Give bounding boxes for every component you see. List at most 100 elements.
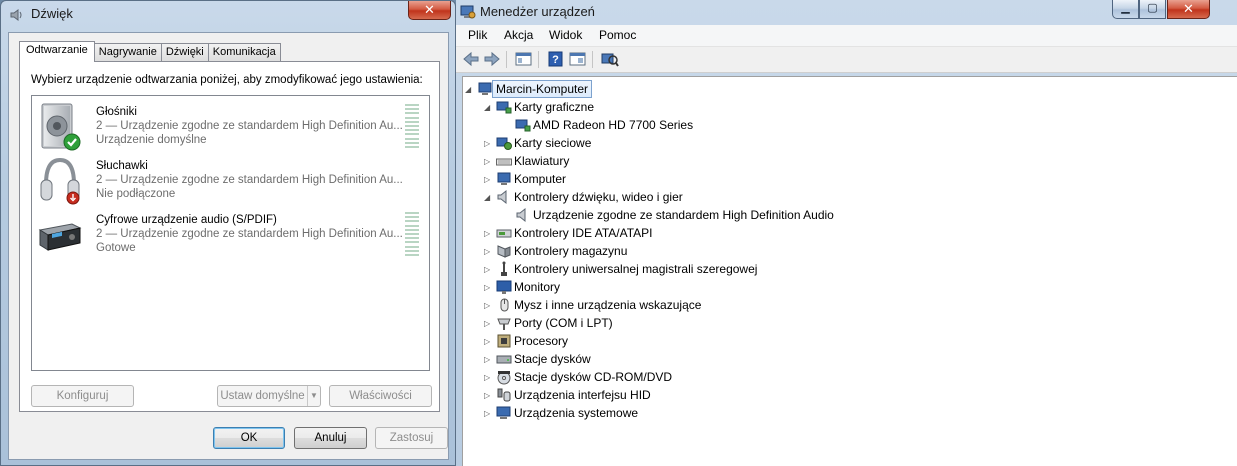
properties-view-icon[interactable] <box>569 51 587 67</box>
sound-titlebar[interactable]: Dźwięk ✕ <box>1 1 455 27</box>
playback-instruction: Wybierz urządzenie odtwarzania poniżej, … <box>31 74 423 86</box>
tab-communications[interactable]: Komunikacja <box>207 43 281 62</box>
cancel-button[interactable]: Anuluj <box>294 427 367 449</box>
tree-category[interactable]: ▷ Kontrolery IDE ATA/ATAPI <box>463 224 1233 242</box>
tree-item-label: Komputer <box>514 172 567 186</box>
back-arrow-icon[interactable] <box>462 51 480 67</box>
tree-category[interactable]: ▷ Procesory <box>463 332 1233 350</box>
forward-arrow-icon[interactable] <box>483 51 501 67</box>
devmgr-titlebar[interactable]: Menedżer urządzeń ▁ ▢ ✕ <box>456 0 1237 24</box>
sound-window-title: Dźwięk <box>31 6 73 21</box>
tree-item-label: Karty graficzne <box>514 100 595 114</box>
expand-icon[interactable]: ▷ <box>484 409 493 418</box>
keyboard-icon <box>496 158 512 166</box>
tree-root-computer[interactable]: ◢ Marcin-Komputer <box>463 80 1233 98</box>
device-manager-window: Menedżer urządzeń ▁ ▢ ✕ Plik Akcja Widok… <box>456 0 1237 466</box>
expand-icon[interactable]: ▷ <box>484 337 493 346</box>
sound-controller-icon <box>497 189 507 205</box>
tree-category[interactable]: ▷ Mysz i inne urządzenia wskazujące <box>463 296 1233 314</box>
tree-item-label: Urządzenia systemowe <box>514 406 639 420</box>
tree-item-label: Monitory <box>514 280 561 294</box>
expand-icon[interactable]: ▷ <box>484 265 493 274</box>
expand-icon[interactable]: ▷ <box>484 157 493 166</box>
tree-item-label: Urządzenia interfejsu HID <box>514 388 651 402</box>
show-hide-tree-icon[interactable] <box>515 51 533 67</box>
expand-icon[interactable]: ▷ <box>484 139 493 148</box>
set-default-label: Ustaw domyślne <box>220 390 305 402</box>
expand-icon[interactable]: ▷ <box>484 355 493 364</box>
tree-category[interactable]: ▷ Monitory <box>463 278 1233 296</box>
sound-controller-icon <box>516 207 526 223</box>
minimize-icon: ▁ <box>1121 2 1130 14</box>
expand-icon[interactable]: ▷ <box>484 391 493 400</box>
menu-file[interactable]: Plik <box>468 28 487 42</box>
menu-help[interactable]: Pomoc <box>599 28 636 42</box>
expand-icon[interactable]: ▷ <box>484 301 493 310</box>
tree-root-label: Marcin-Komputer <box>492 80 593 98</box>
menu-action[interactable]: Akcja <box>504 28 533 42</box>
toolbar-separator <box>592 51 593 68</box>
tree-category[interactable]: ▷ Klawiatury <box>463 152 1233 170</box>
tree-device[interactable]: AMD Radeon HD 7700 Series <box>463 116 1233 134</box>
port-icon <box>497 318 511 330</box>
processor-icon <box>497 334 511 348</box>
tab-recording[interactable]: Nagrywanie <box>93 43 162 62</box>
configure-button[interactable]: Konfiguruj <box>31 385 134 407</box>
properties-button[interactable]: Właściwości <box>329 385 432 407</box>
expand-icon[interactable]: ▷ <box>484 319 493 328</box>
sound-dialog-window: Dźwięk ✕ Odtwarzanie Nagrywanie Dźwięki … <box>0 0 456 466</box>
device-tree[interactable]: ◢ Marcin-Komputer ◢ Karty graficzne AMD Rade… <box>462 76 1237 466</box>
device-status: Gotowe <box>96 242 136 254</box>
list-item-speakers[interactable]: Głośniki 2 — Urządzenie zgodne ze standa… <box>32 98 429 154</box>
device-description: 2 — Urządzenie zgodne ze standardem High… <box>96 120 403 132</box>
list-item-spdif[interactable]: Cyfrowe urządzenie audio (S/PDIF) 2 — Ur… <box>32 206 429 262</box>
chevron-down-icon[interactable]: ▼ <box>307 386 320 406</box>
expand-icon[interactable]: ▷ <box>484 373 493 382</box>
tree-category[interactable]: ▷ Porty (COM i LPT) <box>463 314 1233 332</box>
expand-icon[interactable]: ▷ <box>484 175 493 184</box>
tree-category[interactable]: ▷ Urządzenia systemowe <box>463 404 1233 422</box>
tree-category[interactable]: ▷ Stacje dysków CD-ROM/DVD <box>463 368 1233 386</box>
tree-category[interactable]: ◢ Karty graficzne <box>463 98 1233 116</box>
list-item-headphones[interactable]: Słuchawki 2 — Urządzenie zgodne ze stand… <box>32 152 429 208</box>
maximize-icon: ▢ <box>1147 2 1158 14</box>
tab-playback[interactable]: Odtwarzanie <box>19 41 95 62</box>
disk-drive-icon <box>496 355 512 364</box>
usb-controller-icon <box>501 261 507 276</box>
device-status: Urządzenie domyślne <box>96 134 207 146</box>
tree-category[interactable]: ▷ Stacje dysków <box>463 350 1233 368</box>
scan-hardware-icon[interactable] <box>601 51 619 67</box>
tree-category[interactable]: ▷ Karty sieciowe <box>463 134 1233 152</box>
tree-category[interactable]: ▷ Komputer <box>463 170 1233 188</box>
collapse-icon[interactable]: ◢ <box>484 193 493 202</box>
sound-close-button[interactable]: ✕ <box>408 1 451 20</box>
sound-client-area: Odtwarzanie Nagrywanie Dźwięki Komunikac… <box>8 32 449 460</box>
collapse-icon[interactable]: ◢ <box>484 103 493 112</box>
maximize-button[interactable]: ▢ <box>1139 0 1166 19</box>
tree-category[interactable]: ▷ Kontrolery magazynu <box>463 242 1233 260</box>
ok-button[interactable]: OK <box>213 427 285 449</box>
tree-item-label: Klawiatury <box>514 154 570 168</box>
tab-sounds[interactable]: Dźwięki <box>160 43 209 62</box>
storage-controller-icon <box>497 245 511 258</box>
devmgr-close-button[interactable]: ✕ <box>1167 0 1210 19</box>
collapse-icon[interactable]: ◢ <box>465 85 474 94</box>
help-icon[interactable]: ? <box>547 51 565 67</box>
apply-button[interactable]: Zastosuj <box>375 427 448 449</box>
tree-category[interactable]: ▷ Kontrolery uniwersalnej magistrali szer… <box>463 260 1233 278</box>
tree-category[interactable]: ◢ Kontrolery dźwięku, wideo i gier <box>463 188 1233 206</box>
expand-icon[interactable]: ▷ <box>484 247 493 256</box>
tree-device[interactable]: Urządzenie zgodne ze standardem High Def… <box>463 206 1233 224</box>
device-name: Słuchawki <box>96 160 148 172</box>
tree-category[interactable]: ▷ Urządzenia interfejsu HID <box>463 386 1233 404</box>
menu-view[interactable]: Widok <box>549 28 582 42</box>
playback-device-list[interactable]: Głośniki 2 — Urządzenie zgodne ze standa… <box>31 95 430 371</box>
svg-text:?: ? <box>552 54 559 66</box>
sound-tab-strip: Odtwarzanie Nagrywanie Dźwięki Komunikac… <box>19 41 281 62</box>
network-adapter-icon <box>496 137 512 150</box>
expand-icon[interactable]: ▷ <box>484 283 493 292</box>
expand-icon[interactable]: ▷ <box>484 229 493 238</box>
minimize-button[interactable]: ▁ <box>1112 0 1139 19</box>
spdif-device-icon <box>38 223 82 251</box>
set-default-button[interactable]: Ustaw domyślne ▼ <box>217 385 321 407</box>
